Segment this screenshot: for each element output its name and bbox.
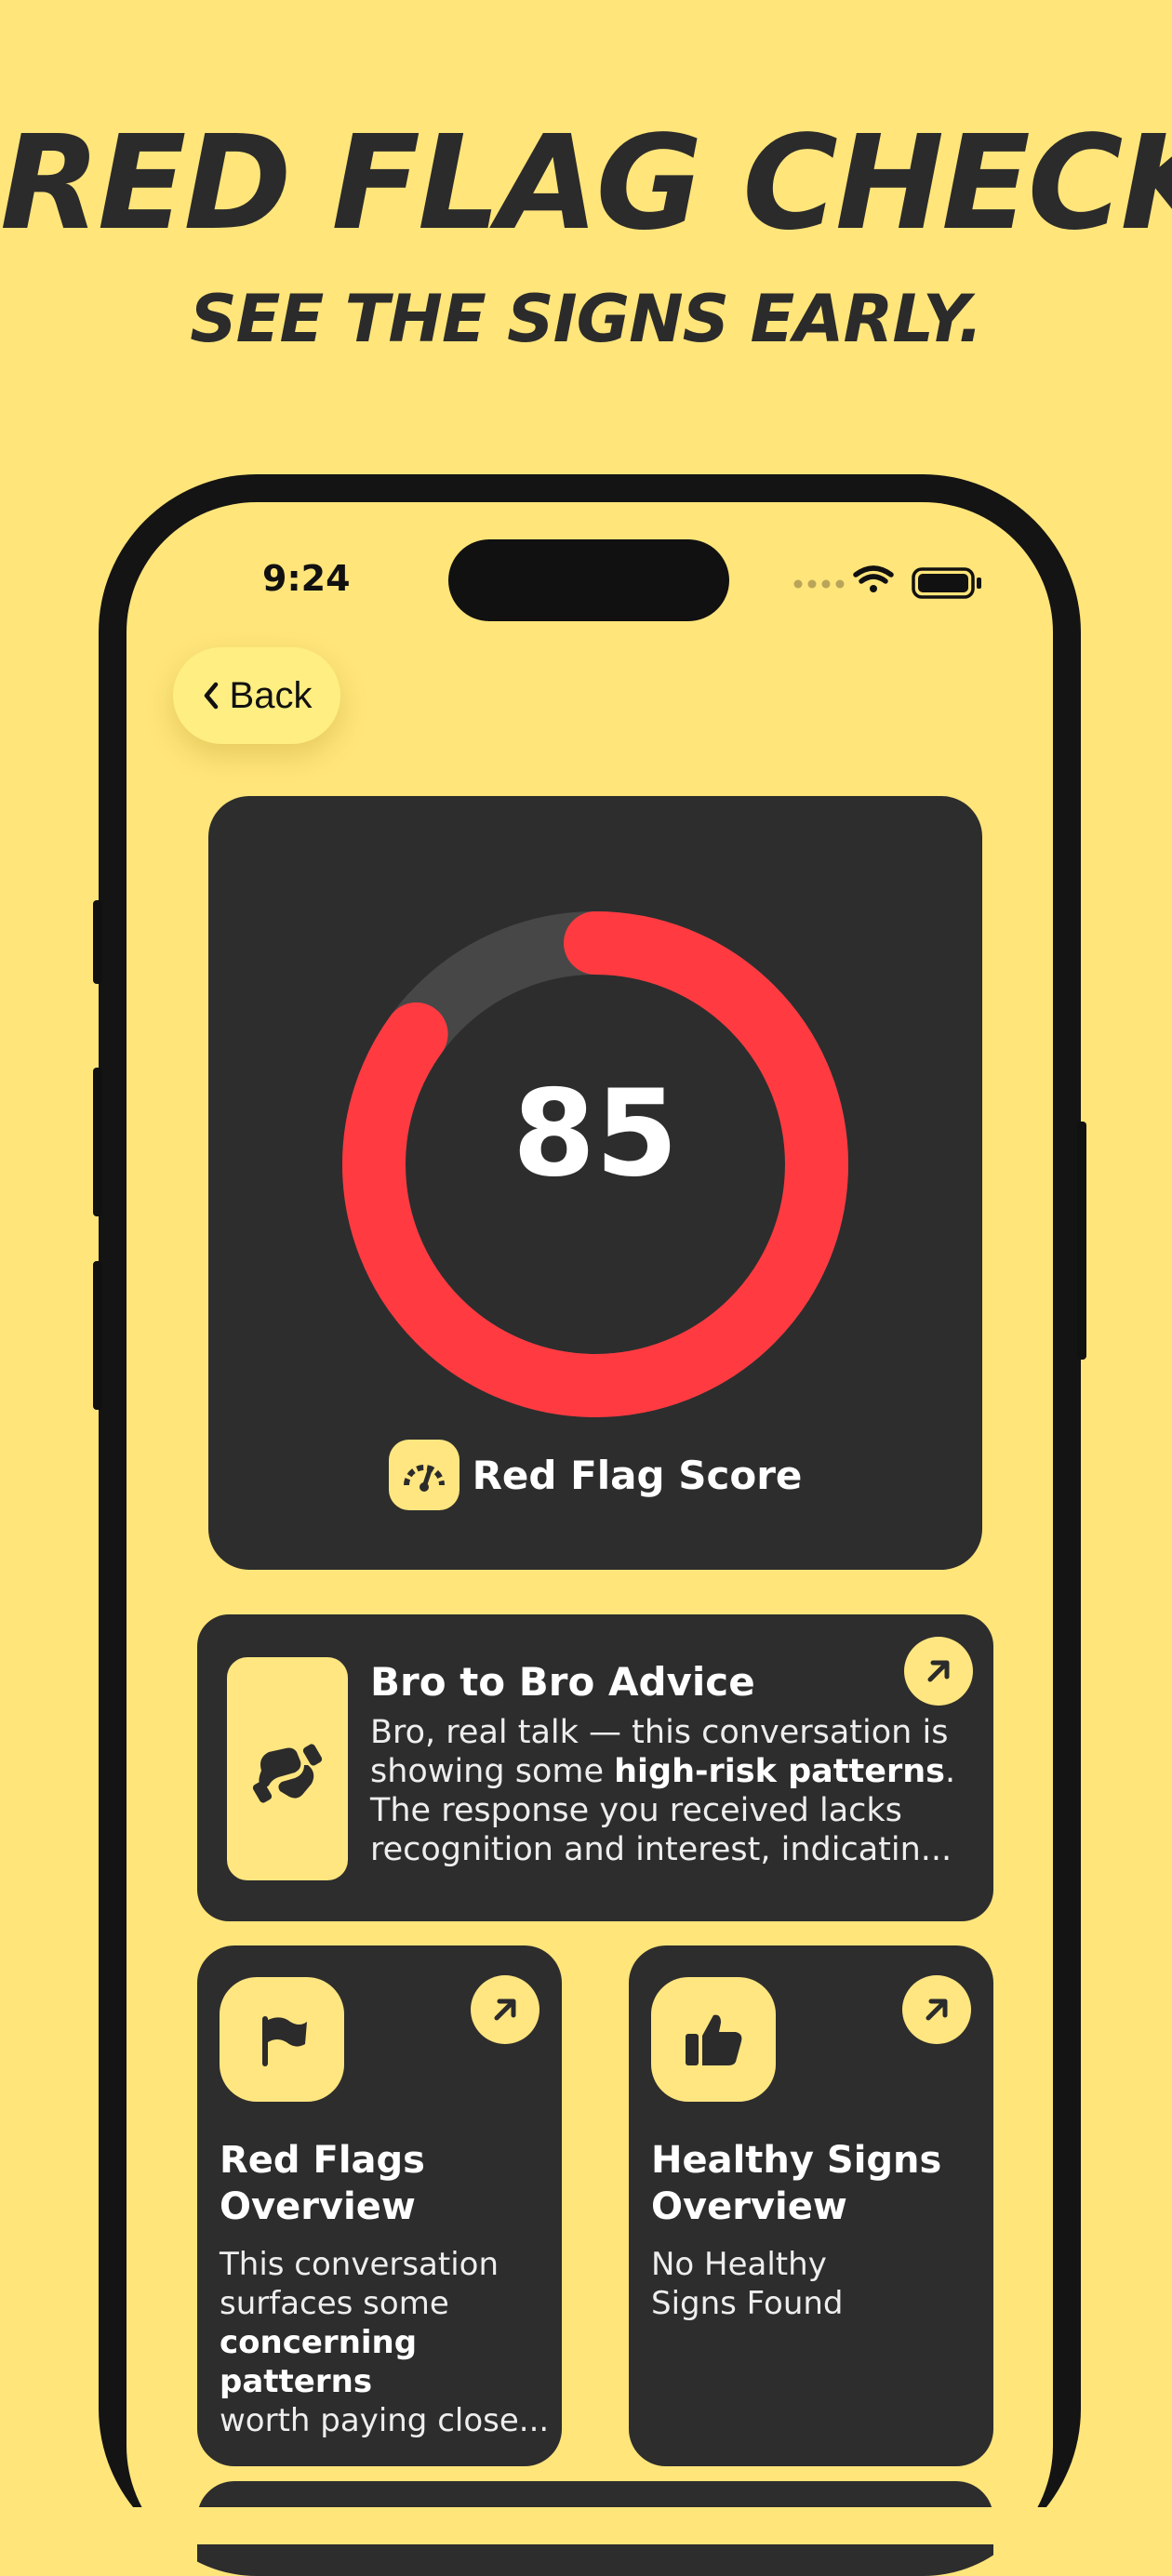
red-flags-highlight: concerning patterns <box>220 2324 418 2400</box>
healthy-signs-line: No Healthy <box>651 2246 827 2283</box>
healthy-signs-overview-card[interactable]: Healthy Signs Overview No Healthy Signs … <box>629 1945 993 2466</box>
advice-title: Bro to Bro Advice <box>370 1659 755 1705</box>
advice-line: The response you received lacks <box>370 1792 902 1829</box>
hero-subtitle: SEE THE SIGNS EARLY. <box>190 281 983 357</box>
score-label: Red Flag Score <box>472 1452 803 1498</box>
arrow-up-right-icon <box>927 1660 950 1682</box>
handshake-icon <box>252 1744 323 1803</box>
score-label-chip <box>388 1440 459 1510</box>
gauge-icon <box>403 1465 445 1492</box>
phone-volume-down-button <box>93 1261 102 1410</box>
phone-power-button <box>1077 1122 1086 1360</box>
advice-preview: Bro, real talk — this conversation is sh… <box>370 1713 966 1869</box>
battery-icon <box>912 567 981 599</box>
phone-screen: 9:24 Back 85 Red Flag Score Bro to Bro A… <box>127 502 1053 2576</box>
flag-icon <box>262 2016 307 2066</box>
advice-text: . <box>944 1753 956 1790</box>
thumbs-up-icon <box>686 2014 742 2065</box>
red-flags-line: This conversation <box>220 2246 499 2283</box>
advice-thumbnail <box>227 1657 348 1880</box>
back-label: Back <box>229 674 313 716</box>
arrow-up-right-icon <box>494 1998 516 2021</box>
healthy-signs-line: Signs Found <box>651 2285 844 2322</box>
advice-line: recognition and interest, indicatin... <box>370 1831 952 1868</box>
healthy-signs-summary: No Healthy Signs Found <box>651 2245 995 2323</box>
red-flags-line: concerning patterns <box>220 2323 564 2401</box>
wifi-icon <box>853 565 894 592</box>
phone-volume-up-button <box>93 1068 102 1216</box>
red-flags-line: surfaces some <box>220 2285 449 2322</box>
dynamic-island <box>448 539 729 621</box>
healthy-signs-icon-tile <box>651 1977 776 2102</box>
red-flags-line: worth paying close... <box>220 2402 550 2439</box>
red-flags-overview-card[interactable]: Red Flags Overview This conversation sur… <box>197 1945 562 2466</box>
phone-side-button <box>93 900 102 984</box>
advice-line: Bro, real talk — this conversation is <box>370 1714 949 1751</box>
healthy-signs-title: Healthy Signs Overview <box>651 2137 986 2230</box>
advice-open-button[interactable] <box>904 1637 973 1706</box>
score-value: 85 <box>512 1065 679 1203</box>
status-bar-icons <box>793 565 981 599</box>
healthy-signs-title-line: Overview <box>651 2185 847 2228</box>
advice-highlight: high-risk patterns <box>614 1753 945 1790</box>
hero-title: RED FLAG CHECK <box>0 108 1172 259</box>
advice-card[interactable]: Bro to Bro Advice Bro, real talk — this … <box>197 1614 993 1921</box>
advice-line: showing some high-risk patterns. <box>370 1752 966 1791</box>
back-button[interactable]: Back <box>173 647 340 744</box>
red-flags-open-button[interactable] <box>471 1975 539 2044</box>
red-flag-score-card: 85 Red Flag Score <box>208 796 982 1570</box>
healthy-signs-open-button[interactable] <box>902 1975 971 2044</box>
signal-dots-icon <box>793 579 845 589</box>
red-flags-summary: This conversation surfaces some concerni… <box>220 2245 564 2440</box>
healthy-signs-title-line: Healthy Signs <box>651 2139 942 2182</box>
red-flags-title-line: Red Flags <box>220 2139 425 2182</box>
red-flags-title: Red Flags Overview <box>220 2137 554 2230</box>
red-flags-icon-tile <box>220 1977 344 2102</box>
red-flags-title-line: Overview <box>220 2185 416 2228</box>
advice-text: showing some <box>370 1753 615 1790</box>
arrow-up-right-icon <box>926 1998 948 2021</box>
score-label-row: Red Flag Score <box>208 1440 982 1510</box>
chevron-left-icon <box>204 682 218 710</box>
page-bottom-edge <box>0 2507 1172 2544</box>
status-time: 9:24 <box>262 558 351 599</box>
